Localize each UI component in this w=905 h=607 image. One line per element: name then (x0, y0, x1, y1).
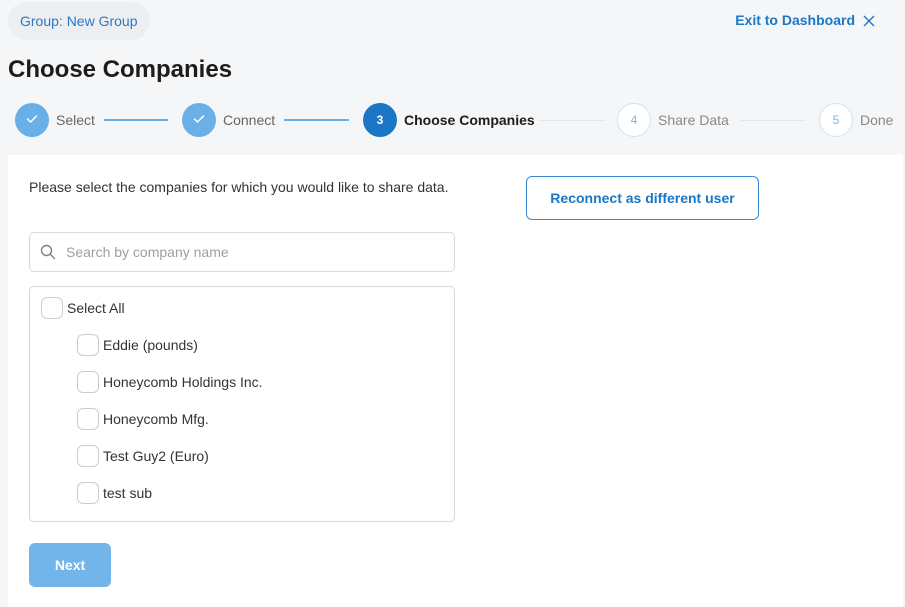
step-number: 4 (617, 103, 651, 137)
select-all-checkbox[interactable]: Select All (41, 297, 125, 319)
checkbox-box[interactable] (77, 445, 99, 467)
company-checkbox[interactable]: Honeycomb Holdings Inc. (77, 371, 263, 393)
step-done: 5 Done (819, 103, 893, 137)
company-label: Eddie (pounds) (103, 337, 198, 353)
instructions-text: Please select the companies for which yo… (29, 179, 449, 195)
group-name-label: Group: New Group (20, 13, 138, 29)
main-panel: Please select the companies for which yo… (8, 155, 903, 607)
company-checkbox[interactable]: Test Guy2 (Euro) (77, 445, 209, 467)
group-name-pill: Group: New Group (8, 2, 150, 40)
step-complete-circle (15, 103, 49, 137)
checkbox-box[interactable] (77, 408, 99, 430)
step-share-data: 4 Share Data (617, 103, 729, 137)
select-all-label: Select All (67, 300, 125, 316)
check-icon (193, 113, 205, 127)
step-number: 3 (363, 103, 397, 137)
next-button[interactable]: Next (29, 543, 111, 587)
close-icon[interactable] (863, 14, 875, 27)
check-icon (26, 113, 38, 127)
company-label: Honeycomb Mfg. (103, 411, 209, 427)
exit-to-dashboard-label: Exit to Dashboard (735, 12, 855, 28)
step-label: Done (860, 112, 894, 128)
company-checkbox[interactable]: Honeycomb Mfg. (77, 408, 209, 430)
step-number: 5 (819, 103, 853, 137)
step-connector (539, 120, 605, 121)
company-label: test sub (103, 485, 153, 501)
company-label: Test Guy2 (Euro) (103, 448, 209, 464)
checkbox-box[interactable] (77, 334, 99, 356)
step-connector (740, 120, 805, 121)
checkbox-box[interactable] (77, 482, 99, 504)
company-checkbox[interactable]: test sub (77, 482, 152, 504)
step-label: Choose Companies (404, 112, 535, 128)
step-label: Share Data (658, 112, 729, 128)
search-icon (40, 244, 56, 260)
company-checkbox[interactable]: Eddie (pounds) (77, 334, 198, 356)
step-select: Select (15, 103, 95, 137)
reconnect-button[interactable]: Reconnect as different user (526, 176, 759, 220)
search-box[interactable] (29, 232, 455, 272)
step-connector (104, 119, 168, 121)
company-list: Select All Eddie (pounds) Honeycomb Hold… (29, 286, 455, 522)
company-label: Honeycomb Holdings Inc. (103, 374, 263, 390)
checkbox-box[interactable] (41, 297, 63, 319)
exit-to-dashboard-link[interactable]: Exit to Dashboard (735, 12, 875, 28)
checkbox-box[interactable] (77, 371, 99, 393)
step-label: Connect (223, 112, 276, 128)
search-input[interactable] (66, 244, 446, 260)
step-label: Select (56, 112, 95, 128)
step-connect: Connect (182, 103, 275, 137)
step-connector (284, 119, 349, 121)
step-complete-circle (182, 103, 216, 137)
step-choose-companies: 3 Choose Companies (363, 103, 535, 137)
progress-stepper: Select Connect 3 Choose Companies 4 Shar… (15, 103, 905, 137)
page-title: Choose Companies (8, 56, 233, 83)
